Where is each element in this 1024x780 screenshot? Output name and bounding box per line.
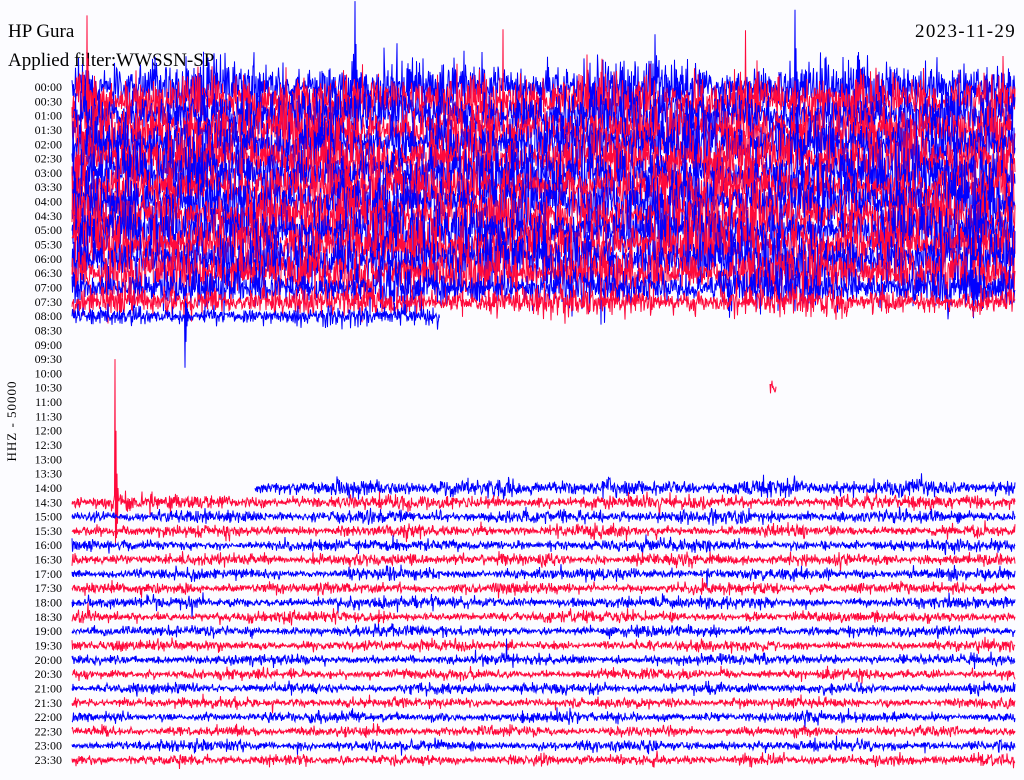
time-label: 05:30 — [35, 238, 62, 252]
time-label: 16:00 — [35, 538, 62, 552]
time-label: 06:00 — [35, 252, 62, 266]
time-label: 20:00 — [35, 653, 62, 667]
filter-label: Applied filter:WWSSN-SP — [8, 50, 214, 71]
time-label: 04:30 — [35, 209, 62, 223]
time-label: 20:30 — [35, 667, 62, 681]
time-label: 06:30 — [35, 266, 62, 280]
time-label: 09:30 — [35, 352, 62, 366]
time-label: 00:30 — [35, 94, 62, 108]
time-label: 14:00 — [35, 481, 62, 495]
time-label: 11:30 — [35, 409, 62, 423]
time-label: 19:00 — [35, 624, 62, 638]
time-label: 23:30 — [35, 753, 62, 767]
time-label: 04:00 — [35, 195, 62, 209]
time-label: 17:30 — [35, 581, 62, 595]
helicorder-plot: HP Gura 2023-11-29 Applied filter:WWSSN-… — [0, 0, 1024, 780]
time-label: 05:00 — [35, 223, 62, 237]
time-label: 17:00 — [35, 567, 62, 581]
time-label: 12:30 — [35, 438, 62, 452]
time-label: 08:30 — [35, 323, 62, 337]
time-label: 09:00 — [35, 338, 62, 352]
time-label: 21:00 — [35, 681, 62, 695]
channel-scale-label: HHZ - 50000 — [4, 380, 19, 461]
time-labels: 00:0000:3001:0001:3002:0002:3003:0003:30… — [35, 80, 62, 767]
time-label: 08:00 — [35, 309, 62, 323]
time-label: 11:00 — [35, 395, 62, 409]
time-label: 22:30 — [35, 724, 62, 738]
time-label: 03:00 — [35, 166, 62, 180]
time-label: 22:00 — [35, 710, 62, 724]
helicorder-page: HP Gura 2023-11-29 Applied filter:WWSSN-… — [0, 0, 1024, 780]
station-title: HP Gura — [8, 21, 75, 42]
date-label: 2023-11-29 — [915, 21, 1016, 42]
time-label: 13:30 — [35, 467, 62, 481]
time-label: 02:30 — [35, 152, 62, 166]
time-label: 03:30 — [35, 180, 62, 194]
time-label: 15:00 — [35, 510, 62, 524]
time-label: 18:00 — [35, 596, 62, 610]
time-label: 13:00 — [35, 452, 62, 466]
time-label: 00:00 — [35, 80, 62, 94]
time-label: 16:30 — [35, 553, 62, 567]
time-label: 10:00 — [35, 366, 62, 380]
time-label: 02:00 — [35, 137, 62, 151]
time-label: 14:30 — [35, 495, 62, 509]
time-label: 07:00 — [35, 281, 62, 295]
time-label: 19:30 — [35, 639, 62, 653]
time-label: 10:30 — [35, 381, 62, 395]
time-label: 21:30 — [35, 696, 62, 710]
time-label: 01:30 — [35, 123, 62, 137]
time-label: 01:00 — [35, 109, 62, 123]
time-label: 18:30 — [35, 610, 62, 624]
time-label: 07:30 — [35, 295, 62, 309]
time-label: 15:30 — [35, 524, 62, 538]
time-label: 12:00 — [35, 424, 62, 438]
time-label: 23:00 — [35, 739, 62, 753]
